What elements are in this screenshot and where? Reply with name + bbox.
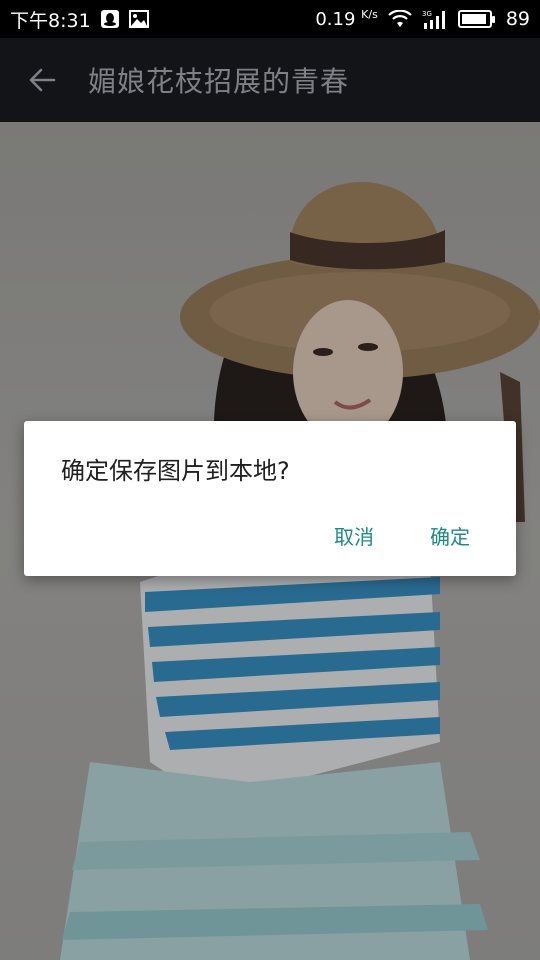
battery-percent: 89 — [505, 8, 530, 30]
image-icon — [128, 10, 149, 28]
arrow-back-icon — [29, 68, 56, 92]
page-title: 媚娘花枝招展的青春 — [88, 65, 350, 98]
save-image-dialog: 确定保存图片到本地? 取消 确定 — [24, 421, 516, 576]
status-bar-left: 下午8:31 — [10, 6, 149, 33]
network-speed-value: 0.19 — [315, 9, 356, 30]
status-bar: 下午8:31 0.19 K/s 3G 89 — [0, 0, 540, 38]
network-speed-unit: K/s — [361, 8, 378, 21]
dialog-message: 确定保存图片到本地? — [61, 457, 290, 485]
cancel-button[interactable]: 取消 — [326, 517, 382, 554]
network-type-label: 3G — [422, 10, 432, 18]
app-toolbar: 媚娘花枝招展的青春 — [0, 38, 540, 122]
signal-icon: 3G — [422, 9, 448, 29]
confirm-button[interactable]: 确定 — [422, 517, 478, 554]
battery-level — [461, 14, 486, 24]
back-button[interactable] — [0, 38, 84, 122]
status-bar-right: 0.19 K/s 3G 89 — [315, 8, 530, 30]
wifi-icon — [388, 10, 412, 28]
battery-icon — [457, 10, 495, 28]
network-speed: 0.19 K/s — [315, 8, 377, 30]
qq-icon — [100, 10, 119, 28]
status-time: 下午8:31 — [10, 9, 91, 32]
